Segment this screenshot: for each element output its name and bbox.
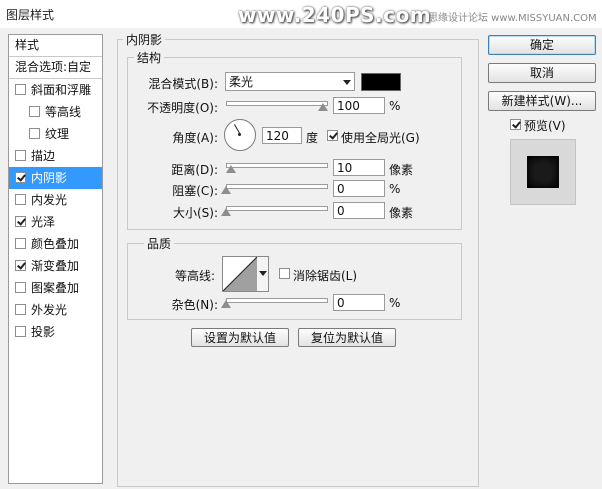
style-item-label: 内发光 — [31, 193, 68, 207]
style-item-checkbox[interactable] — [29, 128, 40, 139]
style-item-label: 内阴影 — [31, 171, 68, 185]
style-item[interactable]: 图案叠加 — [9, 277, 102, 299]
new-style-button[interactable]: 新建样式(W)... — [488, 91, 596, 111]
distance-slider[interactable] — [226, 163, 328, 168]
opacity-slider[interactable] — [226, 101, 328, 106]
choke-input[interactable]: 0 — [333, 180, 385, 197]
style-item[interactable]: 光泽 — [9, 211, 102, 233]
shadow-color-swatch[interactable] — [361, 73, 401, 91]
size-label: 大小(S): — [172, 206, 218, 220]
styles-list-panel: 样式 混合选项:自定 斜面和浮雕等高线纹理描边内阴影内发光光泽颜色叠加渐变叠加图… — [8, 34, 103, 484]
global-light-label[interactable]: 使用全局光(G) — [341, 129, 420, 146]
angle-input[interactable]: 120 — [262, 127, 302, 144]
choke-slider-thumb[interactable] — [221, 186, 231, 194]
style-preview-thumbnail — [510, 139, 576, 205]
ok-button[interactable]: 确定 — [488, 35, 596, 55]
style-item-checkbox[interactable] — [15, 172, 26, 183]
style-item-label: 颜色叠加 — [31, 237, 80, 251]
style-item-label: 投影 — [31, 325, 56, 339]
style-item[interactable]: 外发光 — [9, 299, 102, 321]
contour-dropdown-button[interactable] — [257, 256, 269, 292]
noise-unit: % — [389, 296, 401, 310]
style-item-checkbox[interactable] — [15, 326, 26, 337]
style-item-checkbox[interactable] — [15, 216, 26, 227]
distance-unit: 像素 — [389, 163, 414, 177]
style-item[interactable]: 等高线 — [9, 101, 102, 123]
angle-label: 角度(A): — [172, 131, 218, 145]
anti-alias-checkbox[interactable] — [279, 268, 290, 279]
style-item-checkbox[interactable] — [15, 84, 26, 95]
window-title: 图层样式 — [6, 8, 55, 22]
angle-center-icon — [238, 133, 241, 136]
blend-mode-value: 柔光 — [229, 75, 254, 89]
reset-default-button[interactable]: 复位为默认值 — [298, 328, 396, 347]
chevron-down-icon — [343, 80, 351, 85]
style-item-checkbox[interactable] — [15, 260, 26, 271]
style-item-label: 图案叠加 — [31, 281, 80, 295]
watermark-sub: 思缘设计论坛 www.MISSYUAN.COM — [428, 13, 597, 24]
inner-shadow-title: 内阴影 — [123, 31, 166, 48]
contour-label: 等高线: — [174, 269, 215, 283]
make-default-button[interactable]: 设置为默认值 — [191, 328, 289, 347]
style-item[interactable]: 纹理 — [9, 123, 102, 145]
style-item-label: 描边 — [31, 149, 56, 163]
noise-label: 杂色(N): — [171, 298, 218, 312]
distance-slider-thumb[interactable] — [226, 165, 236, 173]
style-item[interactable]: 斜面和浮雕 — [9, 79, 102, 101]
size-slider-thumb[interactable] — [221, 208, 231, 216]
contour-curve-icon — [223, 257, 257, 291]
choke-unit: % — [389, 182, 401, 196]
blend-mode-select[interactable]: 柔光 — [225, 72, 355, 91]
styles-header[interactable]: 样式 — [9, 35, 102, 57]
style-item[interactable]: 内阴影 — [9, 167, 102, 189]
opacity-slider-thumb[interactable] — [318, 103, 328, 111]
angle-dial[interactable] — [224, 119, 256, 151]
style-item-label: 外发光 — [31, 303, 68, 317]
watermark-main: www.240PS.com — [238, 3, 432, 27]
distance-label: 距离(D): — [171, 163, 218, 177]
title-bar: 图层样式 www.240PS.com 思缘设计论坛 www.MISSYUAN.C… — [0, 0, 602, 28]
blend-options-item[interactable]: 混合选项:自定 — [9, 57, 102, 79]
opacity-unit: % — [389, 99, 401, 113]
style-item-checkbox[interactable] — [29, 106, 40, 117]
style-item-checkbox[interactable] — [15, 282, 26, 293]
style-item[interactable]: 描边 — [9, 145, 102, 167]
size-unit: 像素 — [389, 206, 414, 220]
style-item-label: 纹理 — [45, 127, 70, 141]
style-item-label: 等高线 — [45, 105, 82, 119]
opacity-input[interactable]: 100 — [333, 97, 385, 114]
chevron-down-icon — [259, 271, 267, 276]
style-item-checkbox[interactable] — [15, 304, 26, 315]
anti-alias-label[interactable]: 消除锯齿(L) — [293, 267, 357, 284]
cancel-button[interactable]: 取消 — [488, 63, 596, 83]
choke-label: 阻塞(C): — [172, 184, 218, 198]
noise-slider[interactable] — [226, 298, 328, 303]
style-item[interactable]: 内发光 — [9, 189, 102, 211]
size-input[interactable]: 0 — [333, 202, 385, 219]
angle-unit: 度 — [306, 131, 319, 145]
opacity-label: 不透明度(O): — [147, 101, 218, 115]
blend-mode-label: 混合模式(B): — [148, 77, 218, 91]
style-item[interactable]: 渐变叠加 — [9, 255, 102, 277]
preview-label[interactable]: 预览(V) — [524, 117, 566, 134]
style-item-checkbox[interactable] — [15, 194, 26, 205]
structure-title: 结构 — [134, 49, 165, 66]
noise-input[interactable]: 0 — [333, 294, 385, 311]
quality-title: 品质 — [144, 235, 175, 252]
preview-checkbox[interactable] — [510, 119, 521, 130]
style-item-label: 光泽 — [31, 215, 56, 229]
size-slider[interactable] — [226, 206, 328, 211]
contour-picker[interactable] — [222, 256, 258, 292]
style-preview-swatch — [527, 156, 559, 188]
distance-input[interactable]: 10 — [333, 159, 385, 176]
style-item[interactable]: 投影 — [9, 321, 102, 343]
style-item-checkbox[interactable] — [15, 150, 26, 161]
style-item-label: 斜面和浮雕 — [31, 83, 92, 97]
global-light-checkbox[interactable] — [327, 130, 338, 141]
style-item-label: 渐变叠加 — [31, 259, 80, 273]
style-item-checkbox[interactable] — [15, 238, 26, 249]
style-item[interactable]: 颜色叠加 — [9, 233, 102, 255]
noise-slider-thumb[interactable] — [221, 300, 231, 308]
choke-slider[interactable] — [226, 184, 328, 189]
